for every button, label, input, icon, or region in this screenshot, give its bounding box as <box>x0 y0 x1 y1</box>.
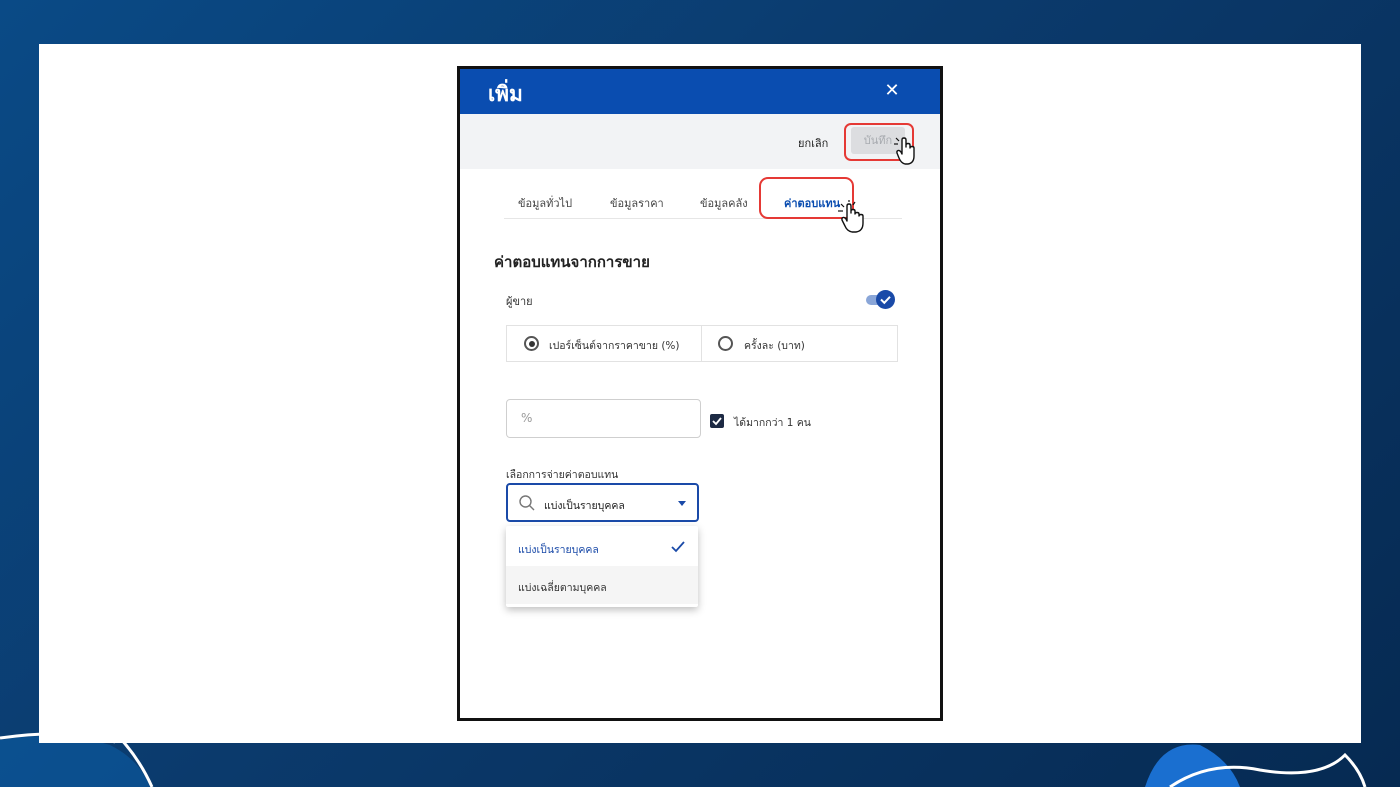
dialog-header: เพิ่ม ✕ <box>460 69 940 114</box>
cancel-button[interactable]: ยกเลิก <box>798 134 828 152</box>
payout-select[interactable]: แบ่งเป็นรายบุคคล <box>506 483 699 522</box>
dropdown-option-average[interactable]: แบ่งเฉลี่ยตามบุคคล <box>506 566 698 604</box>
radio-unselected-icon <box>718 336 733 351</box>
payout-label: เลือกการจ่ายค่าตอบแทน <box>506 469 619 481</box>
check-icon <box>880 296 891 305</box>
payout-select-value: แบ่งเป็นรายบุคคล <box>544 500 625 512</box>
payout-dropdown: แบ่งเป็นรายบุคคล แบ่งเฉลี่ยตามบุคคล <box>506 526 698 607</box>
radio-per-time-label: ครั้งละ (บาท) <box>744 340 805 352</box>
chevron-down-icon <box>678 501 686 506</box>
percent-input[interactable]: % <box>506 399 701 438</box>
dropdown-option-label: แบ่งเป็นรายบุคคล <box>518 544 599 556</box>
seller-label: ผู้ขาย <box>506 295 533 308</box>
toggle-knob <box>876 290 895 309</box>
tab-inventory[interactable]: ข้อมูลคลัง <box>700 194 748 212</box>
dropdown-option-individual[interactable]: แบ่งเป็นรายบุคคล <box>506 528 698 566</box>
multi-seller-checkbox[interactable] <box>710 414 724 428</box>
radio-percent[interactable]: เปอร์เซ็นต์จากราคาขาย (%) <box>507 326 702 361</box>
radio-percent-label: เปอร์เซ็นต์จากราคาขาย (%) <box>549 340 680 352</box>
close-icon[interactable]: ✕ <box>882 81 902 101</box>
section-title: ค่าตอบแทนจากการขาย <box>494 253 650 271</box>
add-dialog: เพิ่ม ✕ ยกเลิก บันทึก ข้อมูลทั่วไป ข้อมู… <box>457 66 943 721</box>
check-icon <box>671 541 685 553</box>
action-bar: ยกเลิก บันทึก <box>460 114 940 169</box>
radio-selected-icon <box>524 336 539 351</box>
tab-price[interactable]: ข้อมูลราคา <box>610 194 664 212</box>
commission-type-radio-group: เปอร์เซ็นต์จากราคาขาย (%) ครั้งละ (บาท) <box>506 325 898 362</box>
multi-seller-label: ได้มากกว่า 1 คน <box>734 417 811 429</box>
pointer-hand-icon <box>838 200 864 233</box>
dialog-title: เพิ่ม <box>488 82 523 106</box>
check-icon <box>712 417 722 426</box>
radio-per-time[interactable]: ครั้งละ (บาท) <box>702 326 897 361</box>
pointer-hand-icon <box>894 137 915 165</box>
dropdown-option-label: แบ่งเฉลี่ยตามบุคคล <box>518 582 607 594</box>
search-icon <box>519 495 535 511</box>
tab-general[interactable]: ข้อมูลทั่วไป <box>518 194 572 212</box>
seller-toggle[interactable] <box>864 289 896 311</box>
